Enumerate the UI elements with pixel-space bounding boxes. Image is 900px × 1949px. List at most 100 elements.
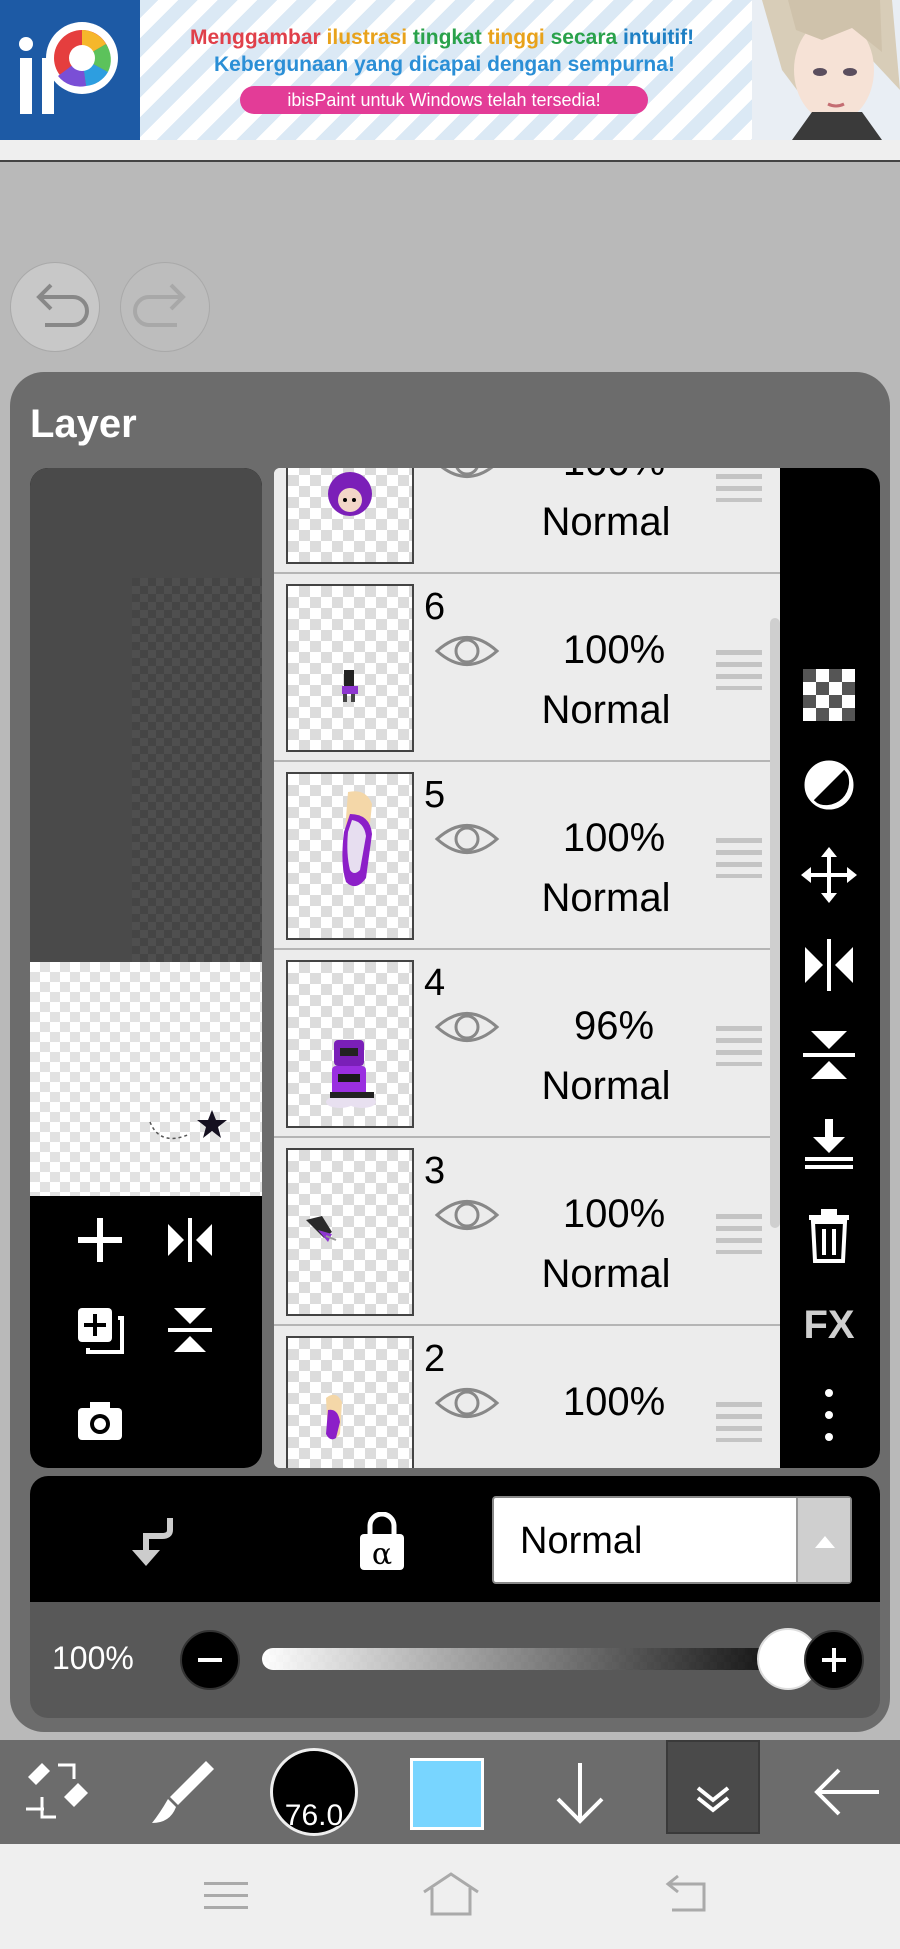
plus-icon <box>822 1648 846 1672</box>
camera-button[interactable] <box>70 1390 130 1450</box>
arrow-down-button[interactable] <box>540 1740 620 1844</box>
color-swatch[interactable] <box>410 1758 484 1830</box>
layer-list[interactable]: 100% Normal 6 100% Normal <box>274 468 790 1468</box>
merge-down-icon <box>805 1119 853 1169</box>
home-button[interactable] <box>420 1870 482 1925</box>
layer-row[interactable]: 4 96% Normal <box>274 952 790 1138</box>
ad-banner[interactable]: Menggambar ilustrasi tingkat tinggi seca… <box>0 0 900 140</box>
ad-character-image <box>752 0 900 140</box>
drag-handle[interactable] <box>716 1402 762 1442</box>
layer-tools: FX <box>780 468 880 1468</box>
drag-handle[interactable] <box>716 1026 762 1066</box>
redo-icon <box>133 283 186 327</box>
opacity-row: 100% <box>30 1602 880 1718</box>
layer-opacity: 100% <box>562 1380 666 1424</box>
drag-handle[interactable] <box>716 468 762 502</box>
checkerboard-button[interactable] <box>798 664 860 726</box>
opacity-slider[interactable] <box>262 1648 792 1670</box>
layer-thumbnail[interactable] <box>286 468 414 564</box>
brush-size-indicator[interactable]: 76.0 <box>270 1748 358 1836</box>
delete-layer-button[interactable] <box>798 1204 860 1266</box>
layer-number: 5 <box>424 774 446 816</box>
ad-cta-button[interactable]: ibisPaint untuk Windows telah tersedia! <box>240 86 648 114</box>
layer-blend-mode: Normal <box>541 1252 671 1296</box>
transform-tool-icon <box>26 1763 88 1819</box>
clipping-button[interactable] <box>122 1512 178 1573</box>
opacity-increase-button[interactable] <box>804 1630 864 1690</box>
clipping-arrow-icon <box>132 1518 173 1566</box>
layer-thumbnail[interactable] <box>286 1148 414 1316</box>
move-button[interactable] <box>798 844 860 906</box>
alpha-lock-button[interactable]: α <box>356 1511 408 1577</box>
visibility-toggle[interactable] <box>434 1192 500 1243</box>
layer-thumbnail[interactable] <box>286 1336 414 1468</box>
brush-tool-button[interactable] <box>140 1740 226 1844</box>
drag-handle[interactable] <box>716 650 762 690</box>
arrow-down-icon <box>556 1763 604 1824</box>
flip-vertical-button[interactable] <box>160 1300 220 1360</box>
ad-word-6: intuitif! <box>623 26 695 49</box>
layer-menu-button[interactable] <box>666 1740 760 1834</box>
eye-icon <box>434 1012 500 1042</box>
checkerboard-icon <box>803 669 855 721</box>
merge-down-button[interactable] <box>798 1114 860 1176</box>
move-arrows-icon <box>801 847 857 903</box>
layer-number: 3 <box>424 1150 446 1192</box>
system-back-button[interactable] <box>660 1874 716 1923</box>
duplicate-layer-button[interactable] <box>70 1300 130 1360</box>
drag-handle[interactable] <box>716 1214 762 1254</box>
layer-panel: Layer Normal 6 100% Normal 5 100% Normal… <box>10 372 890 1732</box>
brush-icon <box>152 1761 214 1823</box>
alpha-lock-icon: α <box>360 1511 404 1572</box>
visibility-toggle[interactable] <box>434 816 500 867</box>
layer-opacity: 96% <box>573 1004 655 1048</box>
flip-horizontal-button[interactable] <box>160 1210 220 1270</box>
opacity-decrease-button[interactable] <box>180 1630 240 1690</box>
visibility-toggle[interactable] <box>434 1004 500 1055</box>
layer-opacity: 100% <box>562 816 666 860</box>
ad-word-3: tingkat <box>412 26 482 49</box>
menu-lines-icon <box>204 1882 248 1909</box>
transform-tool-button[interactable] <box>14 1740 100 1844</box>
layer-preview <box>30 468 262 1468</box>
redo-button[interactable] <box>120 262 210 352</box>
layer-list-scrollbar[interactable] <box>770 618 780 1228</box>
layer-number: 4 <box>424 962 446 1004</box>
undo-button[interactable] <box>10 262 100 352</box>
flip-layer-vertical-button[interactable] <box>798 1024 860 1086</box>
trash-icon <box>809 1209 849 1263</box>
back-button[interactable] <box>800 1740 890 1844</box>
layer-opacity: 100% <box>562 628 666 672</box>
add-layer-button[interactable] <box>70 1210 130 1270</box>
layer-row[interactable]: 3 100% Normal <box>274 1140 790 1326</box>
layer-thumbnail-art <box>342 670 358 702</box>
blend-bar: α Normal <box>30 1476 880 1602</box>
layer-thumbnail[interactable] <box>286 584 414 752</box>
visibility-toggle[interactable] <box>434 468 500 491</box>
recent-apps-button[interactable] <box>198 1874 254 1923</box>
blend-mode-dropdown-button[interactable] <box>796 1498 850 1582</box>
ad-subheadline: Kebergunaan yang dicapai dengan sempurna… <box>214 53 675 76</box>
layer-row[interactable]: 6 100% Normal <box>274 576 790 762</box>
layer-thumbnail[interactable] <box>286 960 414 1128</box>
eye-icon <box>434 636 500 666</box>
svg-text:α: α <box>372 1537 392 1572</box>
drag-handle[interactable] <box>716 838 762 878</box>
layer-row[interactable]: 2 100% <box>274 1328 790 1468</box>
fx-button[interactable]: FX <box>798 1294 860 1356</box>
layer-thumbnail[interactable] <box>286 772 414 940</box>
visibility-toggle[interactable] <box>434 1380 500 1431</box>
more-options-button[interactable] <box>798 1384 860 1446</box>
invert-mask-button[interactable] <box>798 754 860 816</box>
visibility-toggle[interactable] <box>434 628 500 679</box>
layer-blend-mode: Normal <box>541 876 671 920</box>
flip-horizontal-icon <box>168 1218 212 1262</box>
system-navigation-bar <box>0 1844 900 1949</box>
blend-mode-select[interactable]: Normal <box>492 1496 852 1584</box>
layer-row[interactable]: 5 100% Normal <box>274 764 790 950</box>
home-icon <box>423 1872 479 1916</box>
triangle-up-icon <box>815 1536 835 1548</box>
flip-layer-horizontal-button[interactable] <box>798 934 860 996</box>
preview-canvas[interactable] <box>30 962 262 1196</box>
layer-row[interactable]: 100% Normal <box>274 468 790 574</box>
